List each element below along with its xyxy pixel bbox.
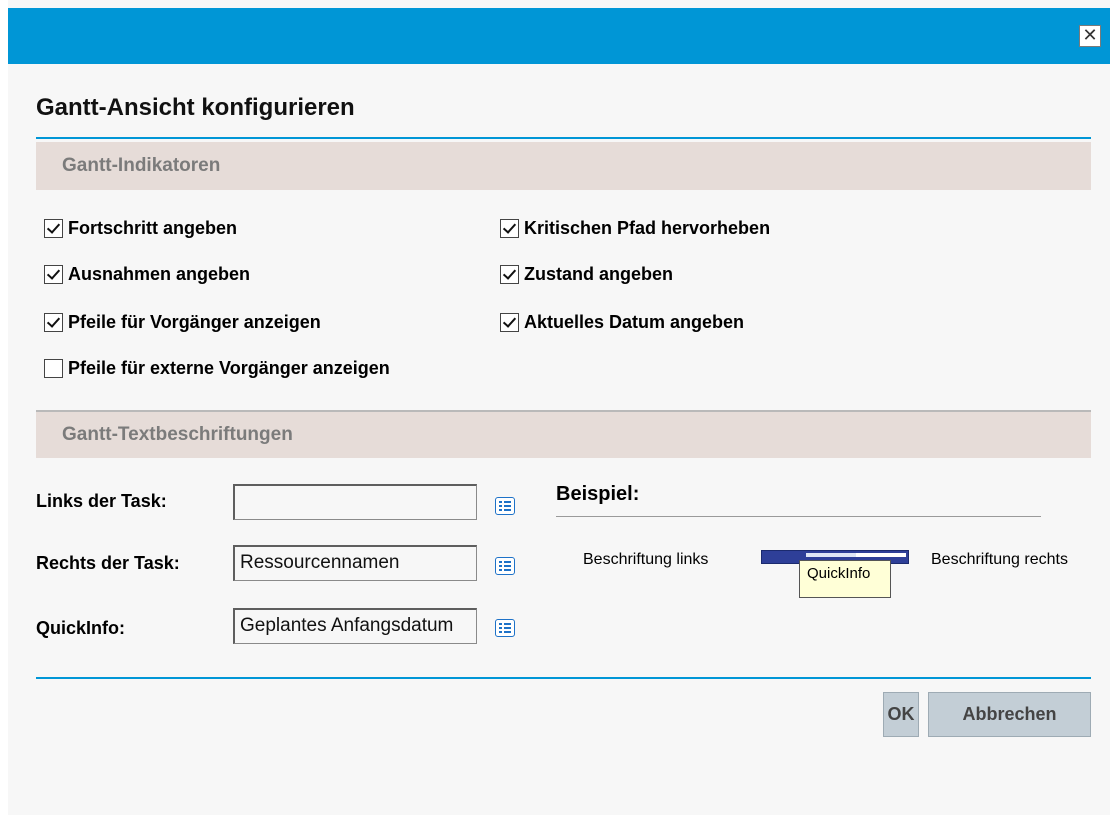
checkbox-label: Kritischen Pfad hervorheben bbox=[524, 218, 771, 238]
field-label-left-of-task: Links der Task: bbox=[36, 491, 167, 511]
cancel-button[interactable]: Abbrechen bbox=[928, 692, 1091, 737]
example-task-bar-progress bbox=[856, 553, 906, 557]
section-header-indicators: Gantt-Indikatoren bbox=[36, 142, 1091, 190]
example-right-label: Beschriftung rechts bbox=[931, 551, 1068, 568]
checkbox-show-state[interactable]: Zustand angeben bbox=[500, 264, 673, 285]
section-header-text-labels: Gantt-Textbeschriftungen bbox=[36, 410, 1091, 458]
list-icon[interactable] bbox=[495, 619, 515, 637]
configure-gantt-dialog: ✕ Gantt-Ansicht konfigurieren Gantt-Indi… bbox=[0, 0, 1110, 815]
checkbox-label: Pfeile für Vorgänger anzeigen bbox=[68, 312, 321, 332]
checkbox-box[interactable] bbox=[44, 219, 63, 238]
checkbox-show-current-date[interactable]: Aktuelles Datum angeben bbox=[500, 312, 744, 333]
checkbox-external-predecessor-arrows[interactable]: Pfeile für externe Vorgänger anzeigen bbox=[44, 358, 390, 379]
checkbox-box[interactable] bbox=[500, 219, 519, 238]
field-label-right-of-task: Rechts der Task: bbox=[36, 553, 180, 573]
checkbox-show-progress[interactable]: Fortschritt angeben bbox=[44, 218, 237, 239]
checkbox-label: Zustand angeben bbox=[524, 264, 674, 284]
dialog-titlebar bbox=[8, 8, 1110, 64]
checkbox-label: Ausnahmen angeben bbox=[68, 264, 251, 284]
checkbox-label: Fortschritt angeben bbox=[68, 218, 238, 238]
checkbox-label: Pfeile für externe Vorgänger anzeigen bbox=[68, 358, 390, 378]
list-icon[interactable] bbox=[495, 497, 515, 515]
checkbox-box[interactable] bbox=[500, 265, 519, 284]
page-title: Gantt-Ansicht konfigurieren bbox=[36, 94, 355, 121]
checkbox-predecessor-arrows[interactable]: Pfeile für Vorgänger anzeigen bbox=[44, 312, 321, 333]
checkbox-box[interactable] bbox=[44, 313, 63, 332]
footer-divider bbox=[36, 677, 1091, 679]
right-of-task-field[interactable]: Ressourcennamen bbox=[233, 545, 477, 581]
ok-button[interactable]: OK bbox=[883, 692, 919, 737]
close-button[interactable]: ✕ bbox=[1079, 25, 1101, 47]
quickinfo-field[interactable]: Geplantes Anfangsdatum bbox=[233, 608, 477, 644]
field-label-quickinfo: QuickInfo: bbox=[36, 618, 125, 638]
checkbox-box[interactable] bbox=[44, 265, 63, 284]
example-divider bbox=[556, 516, 1041, 517]
example-left-label: Beschriftung links bbox=[583, 551, 709, 568]
left-of-task-field[interactable] bbox=[233, 484, 477, 520]
checkbox-label: Aktuelles Datum angeben bbox=[524, 312, 745, 332]
checkbox-show-exceptions[interactable]: Ausnahmen angeben bbox=[44, 264, 250, 285]
checkbox-box[interactable] bbox=[500, 313, 519, 332]
list-icon[interactable] bbox=[495, 557, 515, 575]
checkbox-box[interactable] bbox=[44, 359, 63, 378]
checkbox-highlight-critical-path[interactable]: Kritischen Pfad hervorheben bbox=[500, 218, 770, 239]
example-title: Beispiel: bbox=[556, 483, 640, 505]
title-divider bbox=[36, 137, 1091, 139]
example-tooltip: QuickInfo bbox=[799, 560, 891, 598]
window-edge bbox=[0, 0, 8, 815]
